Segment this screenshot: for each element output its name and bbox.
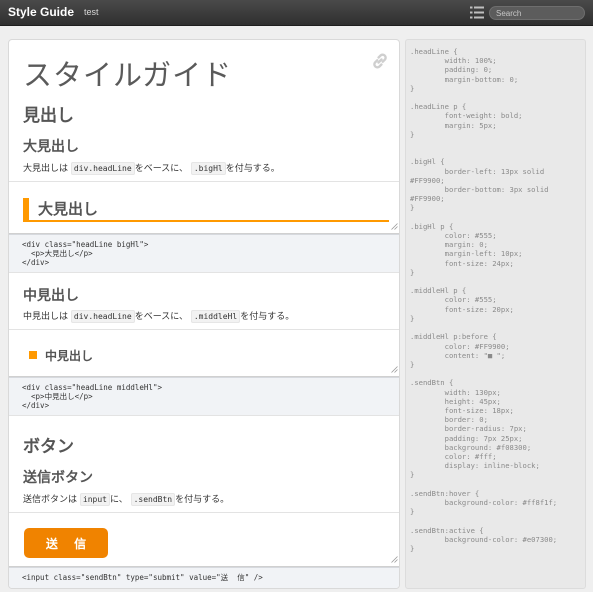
desc-code: div.headLine [70,310,135,323]
send-button-description: 送信ボタンは input に、 .sendBtn を付与する。 [23,492,230,506]
send-button-title: 送信ボタン [23,470,93,486]
brand-title[interactable]: Style Guide [8,5,74,19]
top-bar: Style Guide test [0,0,593,26]
send-button[interactable]: 送 信 [24,528,108,558]
css-source-panel: .headLine { width: 100%; padding: 0; mar… [405,39,586,589]
desc-text: をベースに、 [134,312,188,322]
project-name: test [84,7,99,17]
desc-text: 中見出しは [23,312,69,322]
desc-text: を付与する。 [225,164,280,174]
divider [9,415,399,416]
big-heading-demo: 大見出し [9,182,399,234]
middle-heading-title: 中見出し [23,288,79,304]
divider [9,272,399,273]
send-button-code: <input class="sendBtn" type="submit" val… [9,567,399,588]
square-marker-icon [29,351,37,359]
send-button-demo: 送 信 [9,513,399,567]
desc-code: input [79,493,110,506]
middle-heading-description: 中見出しは div.headLine をベースに、 .middleHl を付与する。 [23,309,295,323]
big-heading-description: 大見出しは div.headLine をベースに、 .bigHl を付与する。 [23,161,280,175]
resize-handle-icon[interactable] [391,556,398,563]
middle-heading-sample-text: 中見出し [45,349,94,363]
desc-text: をベースに、 [134,164,188,174]
middle-heading-code: <div class="headLine middleHl"> <p>中見出し<… [9,377,399,415]
search-input[interactable] [489,6,585,20]
desc-text: を付与する。 [175,495,230,505]
desc-code: .middleHl [190,310,241,323]
big-heading-sample: 大見出し [23,198,389,222]
desc-text: に、 [109,495,128,505]
middle-heading-sample: 中見出し [29,347,93,364]
desc-text: を付与する。 [240,312,295,322]
middle-heading-demo: 中見出し [9,330,399,377]
big-heading-title: 大見出し [23,139,79,155]
page-title: スタイルガイド [23,58,233,92]
desc-code: div.headLine [70,162,135,175]
desc-text: 大見出しは [23,164,69,174]
desc-text: 送信ボタンは [23,495,78,505]
desc-code: .sendBtn [130,493,176,506]
link-icon[interactable] [370,51,390,71]
resize-handle-icon[interactable] [391,223,398,230]
big-heading-code: <div class="headLine bigHl"> <p>大見出し</p>… [9,234,399,272]
resize-handle-icon[interactable] [391,366,398,373]
section-heading-headings: 見出し [23,106,74,126]
section-heading-buttons: ボタン [23,437,74,457]
desc-code: .bigHl [190,162,226,175]
list-icon[interactable] [470,6,484,19]
style-guide-card: スタイルガイド 見出し 大見出し 大見出しは div.headLine をベースに… [8,39,400,589]
